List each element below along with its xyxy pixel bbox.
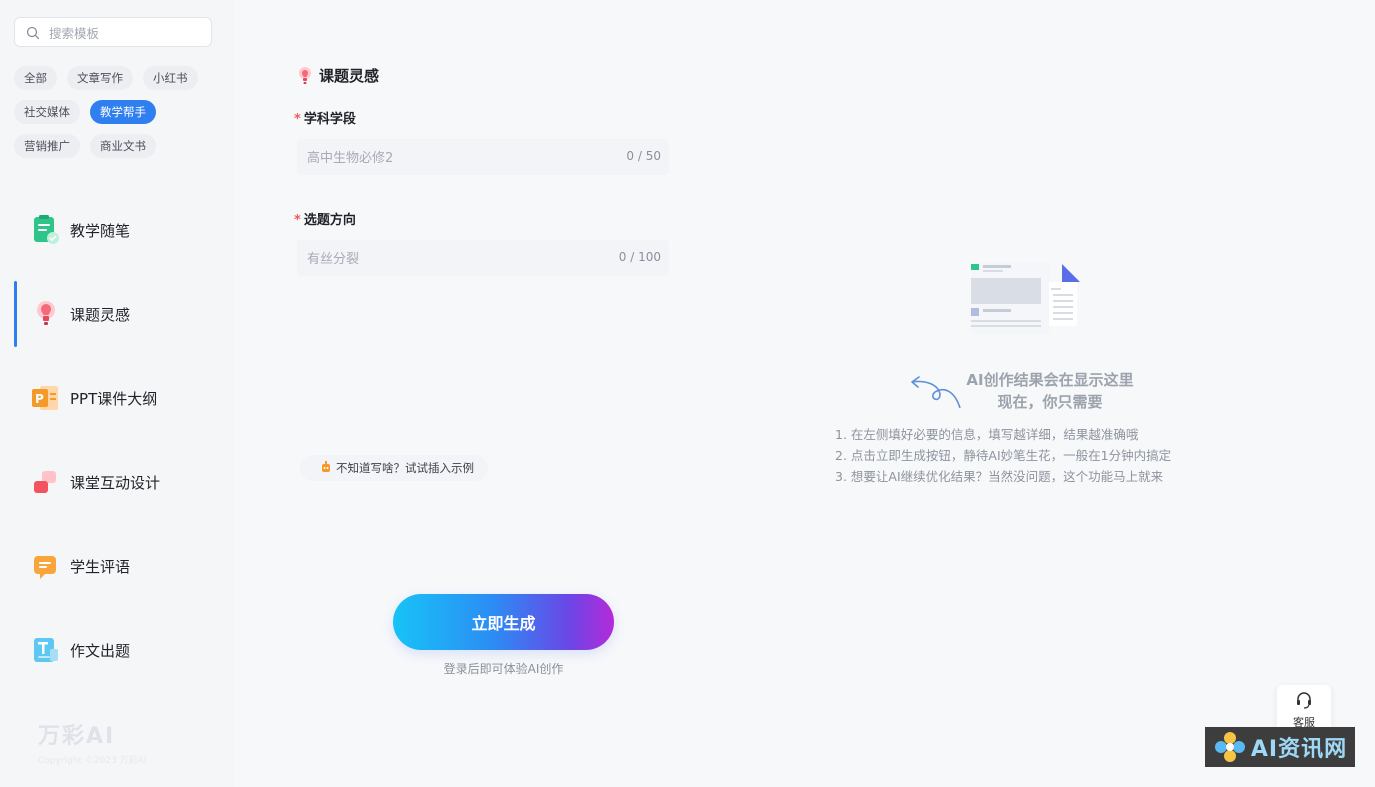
search-input[interactable] xyxy=(47,22,211,44)
category-teaching-helper[interactable]: 教学帮手 xyxy=(90,100,156,124)
category-article-writing[interactable]: 文章写作 xyxy=(67,66,133,90)
watermark-badge: AI资讯网 xyxy=(1205,727,1355,767)
topic-direction-input[interactable] xyxy=(305,248,599,270)
interaction-icon xyxy=(34,471,56,493)
step-item: 1. 在左侧填好必要的信息，填写越详细，结果越准确哦 xyxy=(835,427,1139,442)
document-illustration-icon xyxy=(971,262,1080,334)
topic-direction-field[interactable]: 0 / 100 xyxy=(297,240,669,276)
comment-icon xyxy=(34,556,56,579)
category-chips: 全部 文章写作 小红书 社交媒体 教学帮手 营销推广 商业文书 xyxy=(14,66,224,168)
login-note: 登录后即可体验AI创作 xyxy=(443,662,564,676)
required-mark: * xyxy=(294,213,301,228)
sidebar: 全部 文章写作 小红书 社交媒体 教学帮手 营销推广 商业文书 教学随笔 xyxy=(0,0,235,787)
tool-list: 教学随笔 课题灵感 P PPT课件大纲 课堂互动设计 学生评语 作文出题 xyxy=(0,188,235,692)
hint-text: 不知道写啥？试试插入示例 xyxy=(336,461,474,475)
brand-logo: 万彩AI Copyright ©2023 万彩AI xyxy=(38,718,146,766)
tool-label: 课堂互动设计 xyxy=(70,473,161,492)
category-xiaohongshu[interactable]: 小红书 xyxy=(143,66,198,90)
form-title-text: 课题灵感 xyxy=(319,67,380,85)
category-all[interactable]: 全部 xyxy=(14,66,57,90)
char-count: 0 / 100 xyxy=(618,250,661,264)
tool-label: 作文出题 xyxy=(70,641,131,660)
tool-item-topic-inspiration[interactable]: 课题灵感 xyxy=(0,272,235,356)
search-icon xyxy=(26,26,40,40)
form-panel: 课题灵感 *学科学段 0 / 50 *选题方向 0 / 100 不知道写啥？试试… xyxy=(235,0,695,787)
tool-item-classroom-interaction[interactable]: 课堂互动设计 xyxy=(0,440,235,524)
svg-text:P: P xyxy=(35,392,44,406)
notebook-icon xyxy=(34,215,59,244)
subject-stage-field[interactable]: 0 / 50 xyxy=(297,139,669,175)
brand-name: 万彩AI xyxy=(38,724,116,749)
ppt-icon: P xyxy=(32,386,58,410)
tool-label: 课题灵感 xyxy=(70,305,131,324)
essay-icon xyxy=(34,638,58,662)
category-marketing[interactable]: 营销推广 xyxy=(14,134,80,158)
robot-icon xyxy=(322,461,330,472)
result-panel: AI创作结果会在显示这里 现在，你只需要 1. 在左侧填好必要的信息，填写越详细… xyxy=(695,0,1375,787)
subject-stage-input[interactable] xyxy=(305,147,599,169)
result-title-line1: AI创作结果会在显示这里 xyxy=(966,371,1134,389)
tool-label: PPT课件大纲 xyxy=(70,389,158,408)
subject-stage-label: * 学科学段 xyxy=(294,112,356,127)
search-box[interactable] xyxy=(14,17,212,47)
required-mark: * xyxy=(294,112,301,127)
watermark-text: AI资讯网 xyxy=(1250,737,1348,762)
tool-item-student-comments[interactable]: 学生评语 xyxy=(0,524,235,608)
flower-icon xyxy=(1214,732,1245,762)
category-social-media[interactable]: 社交媒体 xyxy=(14,100,80,124)
insert-example-hint[interactable]: 不知道写啥？试试插入示例 xyxy=(300,455,488,481)
tool-item-teaching-essay[interactable]: 教学随笔 xyxy=(0,188,235,272)
tool-label: 教学随笔 xyxy=(70,221,131,240)
lightbulb-icon xyxy=(299,66,311,84)
form-title: 课题灵感 xyxy=(297,65,379,86)
result-title-line2: 现在，你只需要 xyxy=(997,393,1103,411)
generate-button[interactable]: 立即生成 xyxy=(393,594,614,650)
step-item: 2. 点击立即生成按钮，静待AI妙笔生花，一般在1分钟内搞定 xyxy=(835,448,1172,463)
tool-item-essay-topic[interactable]: 作文出题 xyxy=(0,608,235,692)
instruction-steps: 1. 在左侧填好必要的信息，填写越详细，结果越准确哦 2. 点击立即生成按钮，静… xyxy=(835,424,1235,487)
lightbulb-icon xyxy=(37,301,55,325)
category-business-docs[interactable]: 商业文书 xyxy=(90,134,156,158)
char-count: 0 / 50 xyxy=(626,149,661,163)
result-title: AI创作结果会在显示这里 现在，你只需要 xyxy=(935,369,1165,413)
tool-item-ppt-outline[interactable]: P PPT课件大纲 xyxy=(0,356,235,440)
tool-label: 学生评语 xyxy=(70,557,131,576)
topic-direction-label: * 选题方向 xyxy=(294,213,356,228)
headset-icon xyxy=(1297,692,1311,709)
step-item: 3. 想要让AI继续优化结果？当然没问题，这个功能马上就来 xyxy=(835,469,1164,484)
brand-copyright: Copyright ©2023 万彩AI xyxy=(38,756,147,766)
